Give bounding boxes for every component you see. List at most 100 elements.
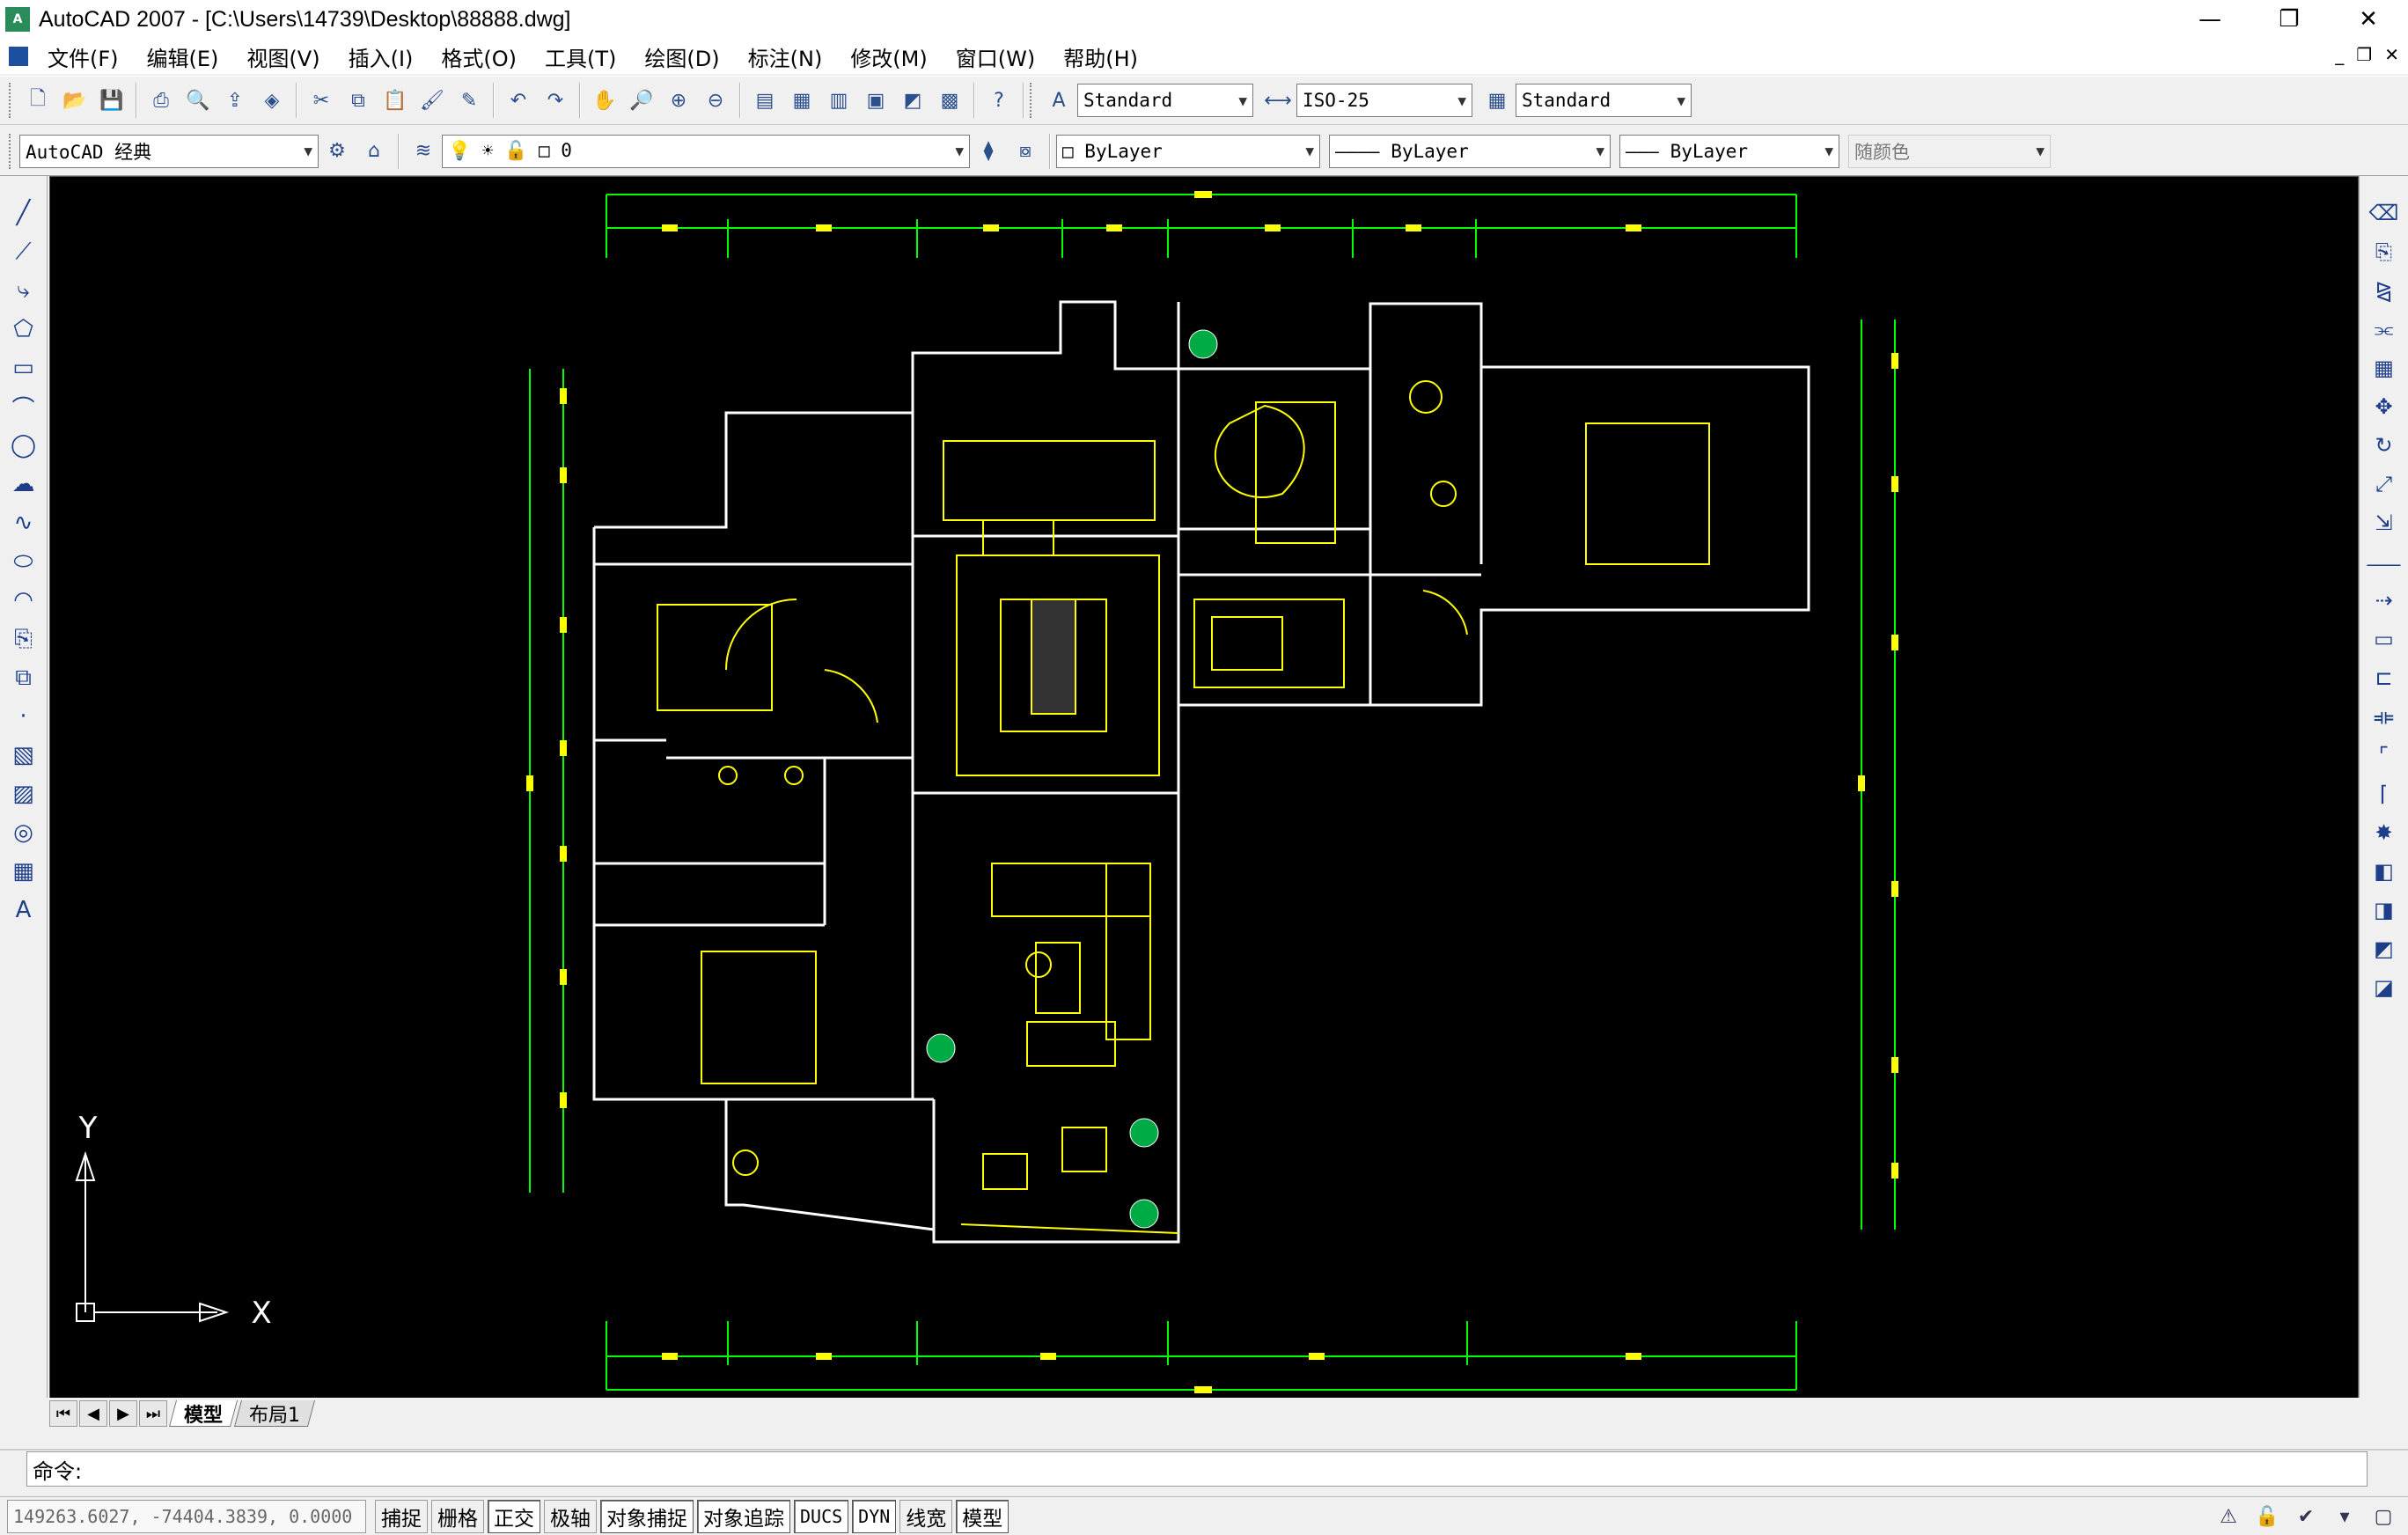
table-style-select[interactable]: Standard ▼: [1516, 84, 1692, 117]
polyline-icon[interactable]: ⤷: [6, 273, 41, 308]
pan-icon[interactable]: ✋: [589, 84, 620, 116]
next-tab-button[interactable]: ▶: [109, 1400, 137, 1427]
paste-icon[interactable]: 📋: [379, 84, 411, 116]
menu-window[interactable]: 窗口(W): [942, 41, 1049, 72]
hatch-icon[interactable]: ▧: [6, 738, 41, 773]
dim-style-icon[interactable]: ⟷: [1262, 84, 1294, 116]
circle-icon[interactable]: ◯: [6, 428, 41, 463]
dim-style-select[interactable]: ISO-25 ▼: [1296, 84, 1472, 117]
draw-order-back-icon[interactable]: ◨: [2367, 892, 2402, 928]
command-line[interactable]: 命令:: [26, 1451, 2368, 1487]
markup-icon[interactable]: ◩: [897, 84, 929, 116]
last-tab-button[interactable]: ⏭: [139, 1400, 167, 1427]
explode-icon[interactable]: ✸: [2367, 815, 2402, 850]
print-icon[interactable]: ⎙: [145, 84, 177, 116]
validate-icon[interactable]: ✔: [2290, 1501, 2322, 1532]
toolbar-grip[interactable]: [9, 83, 14, 118]
coordinate-readout[interactable]: 149263.6027, -74404.3839, 0.0000: [7, 1499, 366, 1533]
lock-icon[interactable]: 🔓: [2251, 1501, 2283, 1532]
scale-icon[interactable]: ⤢: [2367, 466, 2402, 502]
redo-icon[interactable]: ↷: [540, 84, 571, 116]
lineweight-toggle[interactable]: 线宽: [899, 1499, 953, 1533]
ellipse-arc-icon[interactable]: ◠: [6, 583, 41, 618]
first-tab-button[interactable]: ⏮: [49, 1400, 77, 1427]
block-editor-icon[interactable]: ✎: [453, 84, 485, 116]
properties-icon[interactable]: ▤: [749, 84, 781, 116]
ducs-toggle[interactable]: DUCS: [794, 1499, 849, 1533]
match-properties-icon[interactable]: 🖌: [416, 84, 448, 116]
insert-block-icon[interactable]: ⎘: [6, 621, 41, 657]
menu-format[interactable]: 格式(O): [427, 41, 531, 72]
layer-manager-icon[interactable]: ≋: [407, 136, 439, 167]
send-under-icon[interactable]: ◪: [2367, 970, 2402, 1005]
join-icon[interactable]: ⟚: [2367, 699, 2402, 734]
close-button[interactable]: ✕: [2329, 0, 2408, 39]
otrack-toggle[interactable]: 对象追踪: [697, 1499, 790, 1533]
zoom-window-icon[interactable]: ⊕: [663, 84, 694, 116]
cut-icon[interactable]: ✂: [305, 84, 337, 116]
calculator-icon[interactable]: ▩: [934, 84, 965, 116]
publish-icon[interactable]: ⇪: [219, 84, 251, 116]
line-icon[interactable]: ╱: [6, 195, 41, 231]
color-select[interactable]: □ ByLayer ▼: [1056, 134, 1320, 168]
copy-object-icon[interactable]: ⎘: [2367, 234, 2402, 269]
menu-draw[interactable]: 绘图(D): [630, 41, 733, 72]
bring-above-icon[interactable]: ◩: [2367, 931, 2402, 966]
tab-model[interactable]: 模型: [168, 1400, 239, 1427]
snap-toggle[interactable]: 捕捉: [375, 1499, 428, 1533]
offset-icon[interactable]: ⫘: [2367, 312, 2402, 347]
undo-icon[interactable]: ↶: [503, 84, 534, 116]
table-style-icon[interactable]: ▦: [1481, 84, 1513, 116]
layer-previous-icon[interactable]: ⧇: [1009, 136, 1041, 167]
status-menu-icon[interactable]: ▾: [2329, 1501, 2360, 1532]
minimize-button[interactable]: —: [2170, 0, 2250, 39]
menu-help[interactable]: 帮助(H): [1049, 41, 1152, 72]
region-icon[interactable]: ◎: [6, 815, 41, 850]
tab-layout1[interactable]: 布局1: [233, 1400, 316, 1427]
help-icon[interactable]: ?: [983, 84, 1015, 116]
layer-select[interactable]: 💡 ☀ 🔓 □ 0 ▼: [442, 134, 970, 168]
gradient-icon[interactable]: ▨: [6, 776, 41, 812]
draw-order-front-icon[interactable]: ◧: [2367, 854, 2402, 889]
clean-screen-icon[interactable]: ▢: [2368, 1501, 2399, 1532]
fillet-icon[interactable]: ⌈: [2367, 776, 2402, 812]
tool-palettes-icon[interactable]: ▥: [823, 84, 855, 116]
move-icon[interactable]: ✥: [2367, 389, 2402, 424]
grid-toggle[interactable]: 栅格: [431, 1499, 484, 1533]
erase-icon[interactable]: ⌫: [2367, 195, 2402, 231]
3d-dwf-icon[interactable]: ◈: [256, 84, 288, 116]
lineweight-select[interactable]: ——— ByLayer ▼: [1619, 134, 1839, 168]
chamfer-icon[interactable]: ⌜: [2367, 738, 2402, 773]
restore-button[interactable]: ❐: [2250, 0, 2329, 39]
open-file-icon[interactable]: 📂: [59, 84, 91, 116]
design-center-icon[interactable]: ▦: [786, 84, 818, 116]
communication-center-icon[interactable]: ⚠: [2213, 1501, 2244, 1532]
point-icon[interactable]: ·: [6, 699, 41, 734]
prev-tab-button[interactable]: ◀: [79, 1400, 107, 1427]
sheet-set-icon[interactable]: ▣: [860, 84, 892, 116]
workspace-select[interactable]: AutoCAD 经典 ▼: [19, 134, 319, 168]
construction-line-icon[interactable]: ⟋: [6, 234, 41, 269]
array-icon[interactable]: ▦: [2367, 350, 2402, 386]
make-layer-current-icon[interactable]: ⧫: [973, 136, 1004, 167]
floor-plan-drawing[interactable]: Y X: [50, 177, 2360, 1400]
copy-icon[interactable]: ⧉: [342, 84, 374, 116]
model-space-toggle[interactable]: 模型: [956, 1499, 1009, 1533]
doc-close-button[interactable]: ✕: [2384, 44, 2399, 65]
new-file-icon[interactable]: 🗋: [22, 84, 54, 116]
print-preview-icon[interactable]: 🔍: [182, 84, 214, 116]
polygon-icon[interactable]: ⬠: [6, 312, 41, 347]
document-icon[interactable]: [9, 47, 28, 66]
multiline-text-icon[interactable]: A: [6, 892, 41, 928]
trim-icon[interactable]: ⸺: [2366, 544, 2401, 579]
make-block-icon[interactable]: ⧉: [6, 660, 41, 695]
polar-toggle[interactable]: 极轴: [544, 1499, 597, 1533]
stretch-icon[interactable]: ⇲: [2367, 505, 2402, 540]
menu-tools[interactable]: 工具(T): [531, 41, 630, 72]
menu-modify[interactable]: 修改(M): [836, 41, 941, 72]
arc-icon[interactable]: ⌒: [6, 389, 41, 424]
text-style-icon[interactable]: A: [1043, 84, 1075, 116]
doc-restore-button[interactable]: ❐: [2356, 44, 2372, 65]
dyn-toggle[interactable]: DYN: [852, 1499, 897, 1533]
mirror-icon[interactable]: ⧎: [2367, 273, 2402, 308]
